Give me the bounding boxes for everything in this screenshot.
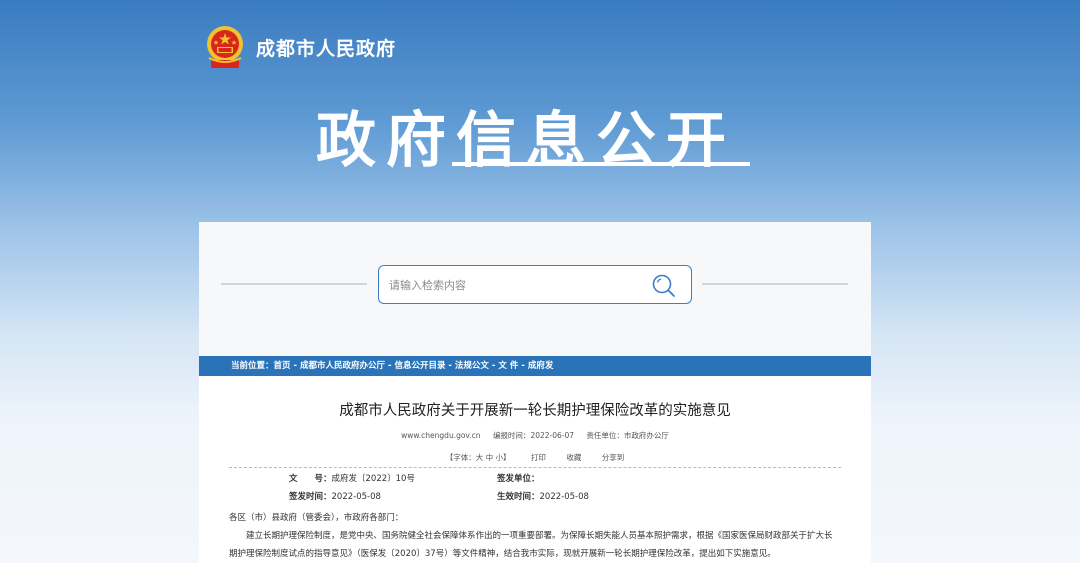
body-salutation: 各区（市）县政府（管委会），市政府各部门： [229, 513, 404, 523]
hero-underline [452, 162, 750, 166]
doc-number-value: 成府发〔2022〕10号 [331, 474, 415, 484]
issue-date-label: 签发时间： [289, 492, 332, 502]
body-paragraph: 期护理保险制度试点的指导意见》（医保发〔2020〕37号）等文件精神，结合我市实… [229, 549, 776, 559]
breadcrumb-separator: - [488, 361, 499, 371]
search-area [199, 222, 871, 356]
document-tools: 【字体：大 中 小】 打印 收藏 分享到 [199, 452, 871, 463]
issuer-row: 签发单位： [497, 472, 540, 484]
document-site: www.chengdu.gov.cn [401, 431, 481, 440]
edit-time: 编报时间：2022-06-07 [493, 431, 574, 440]
effective-date-label: 生效时间： [497, 492, 540, 502]
edit-time-value: 2022-06-07 [530, 431, 575, 440]
breadcrumb-item-home[interactable]: 首页 [274, 361, 291, 371]
issuer-label: 签发单位： [497, 474, 540, 484]
breadcrumb-item-office[interactable]: 成都市人民政府办公厅 [300, 361, 385, 371]
effective-date-value: 2022-05-08 [539, 492, 589, 502]
font-size-control[interactable]: 【字体：大 中 小】 [446, 453, 511, 462]
document-title: 成都市人民政府关于开展新一轮长期护理保险改革的实施意见 [339, 403, 731, 419]
national-emblem-icon [205, 24, 245, 70]
breadcrumb-prefix: 当前位置： [231, 361, 274, 371]
responsible-unit: 责任单位：市政府办公厅 [586, 431, 669, 440]
favorite-button[interactable]: 收藏 [566, 453, 581, 462]
edit-time-label: 编报时间： [492, 431, 531, 440]
search-icon[interactable] [651, 273, 677, 299]
divider-left [221, 283, 367, 285]
share-button[interactable]: 分享到 [602, 453, 625, 462]
breadcrumb-item-regulations[interactable]: 法规公文 [455, 361, 489, 371]
search-input[interactable] [389, 275, 639, 295]
issue-date-value: 2022-05-08 [331, 492, 381, 502]
issue-date-row: 签发时间：2022-05-08 [289, 490, 381, 502]
document-meta: www.chengdu.gov.cn 编报时间：2022-06-07 责任单位：… [199, 430, 871, 441]
content-panel: 当前位置：首页 - 成都市人民政府办公厅 - 信息公开目录 - 法规公文 - 文… [199, 222, 871, 563]
dashed-divider [229, 467, 841, 468]
site-name: 成都市人民政府 [256, 37, 397, 60]
breadcrumb-separator: - [518, 361, 528, 371]
doc-number-row: 文 号：成府发〔2022〕10号 [289, 472, 415, 484]
breadcrumb-separator: - [290, 361, 300, 371]
breadcrumb: 当前位置：首页 - 成都市人民政府办公厅 - 信息公开目录 - 法规公文 - 文… [199, 356, 871, 376]
body-paragraph: 建立长期护理保险制度，是党中央、国务院健全社会保障体系作出的一项重要部署。为保障… [246, 531, 833, 541]
divider-right [702, 283, 848, 285]
breadcrumb-item-documents[interactable]: 文 件 [498, 361, 518, 371]
search-box [378, 265, 692, 304]
breadcrumb-separator: - [445, 361, 455, 371]
effective-date-row: 生效时间：2022-05-08 [497, 490, 589, 502]
site-logo[interactable]: 成都市人民政府 [205, 24, 396, 70]
breadcrumb-item-catalog[interactable]: 信息公开目录 [394, 361, 445, 371]
doc-number-label: 文 号： [289, 474, 332, 484]
print-button[interactable]: 打印 [531, 453, 546, 462]
breadcrumb-item-chengfufa[interactable]: 成府发 [528, 361, 554, 371]
responsible-label: 责任单位： [586, 431, 624, 440]
responsible-value: 市政府办公厅 [623, 431, 669, 440]
document-body: 各区（市）县政府（管委会），市政府各部门： 建立长期护理保险制度，是党中央、国务… [229, 509, 841, 563]
